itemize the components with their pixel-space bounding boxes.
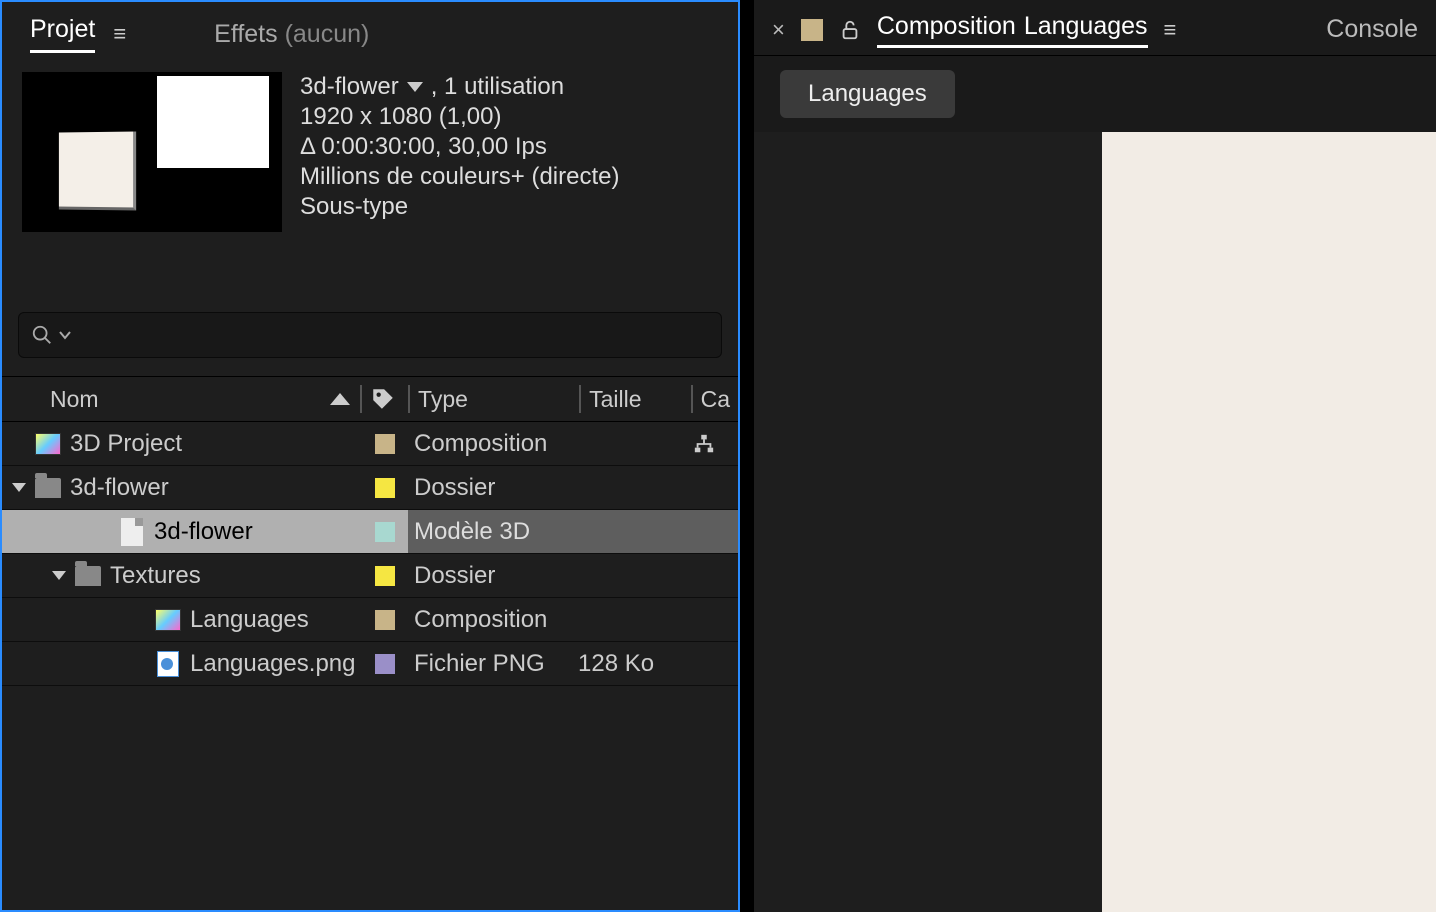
thumbnail-shape-large bbox=[157, 76, 269, 168]
row-label-cell[interactable] bbox=[362, 610, 408, 630]
composition-panel: × Composition Languages ≡ Console Langua… bbox=[754, 0, 1436, 912]
row-type: Dossier bbox=[408, 562, 578, 590]
chevron-down-icon[interactable] bbox=[59, 329, 71, 341]
row-name-cell: Languages bbox=[2, 606, 362, 634]
tab-console[interactable]: Console bbox=[1326, 15, 1418, 44]
composition-swatch bbox=[801, 19, 823, 41]
composition-panel-menu-icon[interactable]: ≡ bbox=[1164, 17, 1177, 43]
label-swatch bbox=[375, 522, 395, 542]
column-header-extra[interactable]: Ca bbox=[693, 386, 738, 413]
dropdown-icon[interactable] bbox=[407, 82, 423, 92]
project-row[interactable]: Languages.png Fichier PNG128 Ko bbox=[2, 642, 738, 686]
right-tabs: × Composition Languages ≡ Console bbox=[754, 0, 1436, 56]
asset-preview: 3d-flower , 1 utilisation 1920 x 1080 (1… bbox=[2, 58, 738, 242]
row-type: Fichier PNG bbox=[408, 650, 578, 678]
folder-icon bbox=[34, 476, 62, 500]
chevron-down-icon[interactable] bbox=[12, 483, 26, 492]
chevron-placeholder bbox=[12, 439, 26, 448]
row-extra bbox=[688, 433, 738, 455]
row-label-cell[interactable] bbox=[362, 654, 408, 674]
project-row[interactable]: 3D Project Composition bbox=[2, 422, 738, 466]
row-name: Textures bbox=[110, 562, 201, 590]
thumbnail-shape-small bbox=[59, 131, 136, 210]
asset-thumbnail bbox=[22, 72, 282, 232]
tab-effects[interactable]: Effets (aucun) bbox=[214, 20, 369, 49]
breadcrumb-item[interactable]: Languages bbox=[780, 70, 955, 118]
row-type: Dossier bbox=[408, 474, 578, 502]
chevron-placeholder bbox=[132, 659, 146, 668]
composition-viewer[interactable] bbox=[754, 132, 1436, 912]
project-panel: Projet ≡ Effets (aucun) 3d-flower , 1 ut… bbox=[0, 0, 740, 912]
composition-label: Composition bbox=[877, 12, 1016, 41]
chevron-placeholder bbox=[132, 615, 146, 624]
column-header-label[interactable] bbox=[362, 386, 408, 412]
column-header-size[interactable]: Taille bbox=[581, 386, 690, 413]
tab-effects-label: Effets bbox=[214, 20, 277, 48]
row-type: Composition bbox=[408, 430, 578, 458]
row-name-cell: Textures bbox=[2, 562, 362, 590]
search-icon bbox=[31, 324, 53, 346]
row-name-cell: Languages.png bbox=[2, 650, 362, 678]
row-name: 3d-flower bbox=[70, 474, 169, 502]
project-table-header: Nom Type Taille Ca bbox=[2, 376, 738, 422]
composition-name: Languages bbox=[1024, 12, 1148, 41]
column-header-type[interactable]: Type bbox=[410, 386, 579, 413]
row-name-cell: 3d-flower bbox=[2, 474, 362, 502]
project-row[interactable]: Languages Composition bbox=[2, 598, 738, 642]
row-name-cell: 3D Project bbox=[2, 430, 362, 458]
row-name: Languages.png bbox=[190, 650, 356, 678]
search-input[interactable] bbox=[18, 312, 722, 358]
close-icon[interactable]: × bbox=[772, 17, 785, 43]
file-icon bbox=[118, 520, 146, 544]
project-row[interactable]: 3d-flower Modèle 3D bbox=[2, 510, 738, 554]
row-name-cell: 3d-flower bbox=[2, 518, 362, 546]
asset-metadata: 3d-flower , 1 utilisation 1920 x 1080 (1… bbox=[300, 72, 619, 232]
label-swatch bbox=[375, 610, 395, 630]
project-panel-menu-icon[interactable]: ≡ bbox=[113, 21, 126, 47]
row-label-cell[interactable] bbox=[362, 434, 408, 454]
project-rows: 3D ProjectComposition3d-flowerDossier3d-… bbox=[2, 422, 738, 686]
row-name: 3d-flower bbox=[154, 518, 253, 546]
tag-icon bbox=[370, 386, 396, 412]
breadcrumb-bar: Languages bbox=[754, 56, 1436, 132]
label-swatch bbox=[375, 566, 395, 586]
project-row[interactable]: 3d-flower Dossier bbox=[2, 466, 738, 510]
tab-project[interactable]: Projet bbox=[30, 15, 95, 53]
asset-duration: Δ 0:00:30:00, 30,00 Ips bbox=[300, 132, 619, 162]
tab-composition[interactable]: Composition Languages bbox=[877, 12, 1148, 48]
row-label-cell[interactable] bbox=[362, 522, 408, 542]
flowchart-icon[interactable] bbox=[692, 433, 716, 455]
composition-icon bbox=[154, 608, 182, 632]
row-name: Languages bbox=[190, 606, 309, 634]
asset-subtype: Sous-type bbox=[300, 192, 619, 222]
row-label-cell[interactable] bbox=[362, 566, 408, 586]
label-swatch bbox=[375, 654, 395, 674]
project-row[interactable]: Textures Dossier bbox=[2, 554, 738, 598]
label-swatch bbox=[375, 434, 395, 454]
label-swatch bbox=[375, 478, 395, 498]
tab-effects-suffix: (aucun) bbox=[285, 20, 370, 48]
row-type: Modèle 3D bbox=[408, 518, 578, 546]
viewer-empty-area bbox=[754, 132, 1102, 912]
row-label-cell[interactable] bbox=[362, 478, 408, 498]
asset-usage: , 1 utilisation bbox=[431, 72, 564, 102]
asset-title: 3d-flower bbox=[300, 72, 399, 102]
folder-icon bbox=[74, 564, 102, 588]
chevron-down-icon[interactable] bbox=[52, 571, 66, 580]
asset-dimensions: 1920 x 1080 (1,00) bbox=[300, 102, 619, 132]
row-size: 128 Ko bbox=[578, 650, 688, 678]
row-type: Composition bbox=[408, 606, 578, 634]
image-file-icon bbox=[154, 652, 182, 676]
chevron-placeholder bbox=[96, 527, 110, 536]
sort-ascending-icon bbox=[330, 393, 350, 405]
column-header-name[interactable]: Nom bbox=[2, 386, 360, 413]
asset-colors: Millions de couleurs+ (directe) bbox=[300, 162, 619, 192]
unlock-icon[interactable] bbox=[839, 18, 861, 42]
left-tabs: Projet ≡ Effets (aucun) bbox=[2, 2, 738, 58]
viewer-canvas bbox=[1102, 132, 1436, 912]
composition-icon bbox=[34, 432, 62, 456]
row-name: 3D Project bbox=[70, 430, 182, 458]
